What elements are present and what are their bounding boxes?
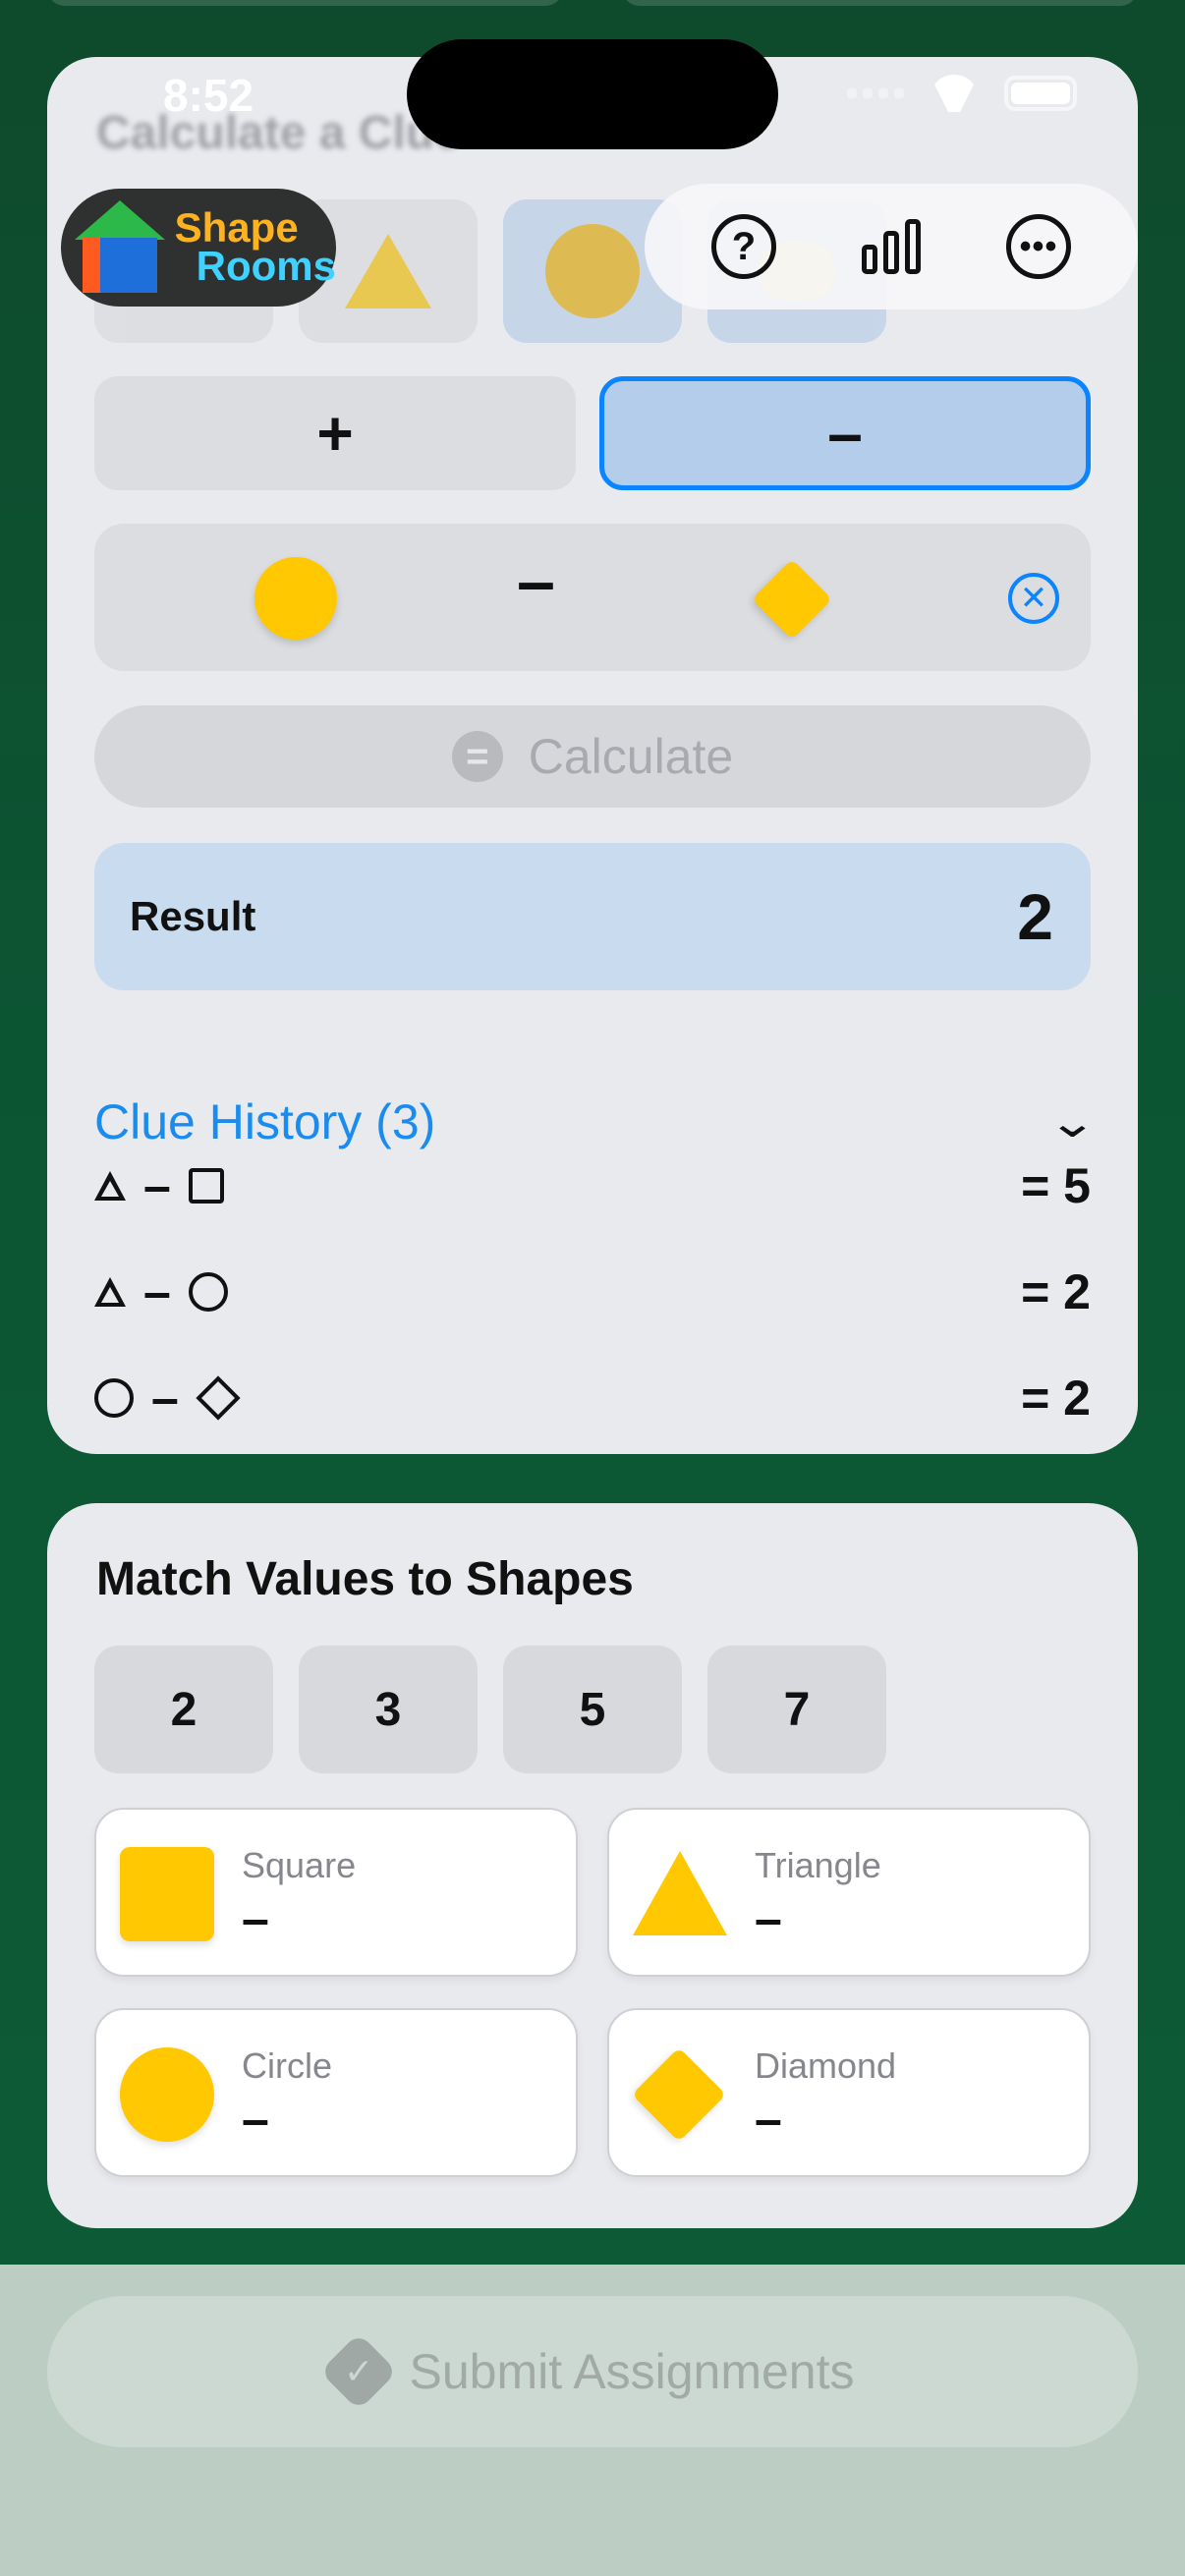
- circle-slot[interactable]: Circle –: [94, 2008, 578, 2177]
- submit-assignments-button[interactable]: ✓ Submit Assignments: [47, 2296, 1138, 2447]
- square-slot[interactable]: Square –: [94, 1808, 578, 1977]
- slot-value: –: [755, 1891, 782, 1946]
- checkmark-badge-icon: ✓: [318, 2332, 398, 2411]
- circle-outline-icon: [188, 1272, 228, 1312]
- value-chip[interactable]: 2: [94, 1646, 273, 1773]
- slot-name: Square: [242, 1845, 357, 1885]
- chevron-down-icon[interactable]: ⌄: [1047, 1097, 1099, 1148]
- clue-history-title[interactable]: Clue History (3): [94, 1093, 435, 1150]
- dynamic-island: [407, 39, 778, 149]
- diamond-slot[interactable]: Diamond –: [607, 2008, 1091, 2177]
- slot-value: –: [242, 1891, 269, 1946]
- stats-icon[interactable]: [859, 214, 924, 279]
- minus-operator-button[interactable]: –: [599, 376, 1091, 490]
- clue-history-item: – = 2: [94, 1370, 1091, 1427]
- equals-icon: =: [451, 731, 503, 782]
- square-outline-icon: [188, 1168, 224, 1204]
- clear-expression-icon[interactable]: ✕: [1008, 573, 1059, 624]
- triangle-slot[interactable]: Triangle –: [607, 1808, 1091, 1977]
- circle-outline-icon: [94, 1378, 134, 1418]
- clue-history-item: – = 5: [94, 1157, 1091, 1214]
- submit-label: Submit Assignments: [409, 2344, 855, 2399]
- result-panel: Result 2: [94, 843, 1091, 990]
- plus-operator-button[interactable]: +: [94, 376, 576, 490]
- app-logo: Shape Rooms: [61, 189, 336, 307]
- triangle-outline-icon: [94, 1171, 126, 1201]
- cellular-signal-icon: [847, 88, 904, 98]
- clue-history-item: – = 2: [94, 1263, 1091, 1320]
- triangle-icon: [345, 234, 431, 308]
- battery-icon: [1004, 76, 1077, 111]
- house-logo-icon: [75, 200, 165, 295]
- logo-text-line2: Rooms: [196, 243, 336, 289]
- match-values-title: Match Values to Shapes: [96, 1553, 634, 1605]
- clue-result: = 5: [1021, 1158, 1091, 1213]
- match-values-card: Match Values to Shapes 2 3 5 7 Square – …: [47, 1503, 1138, 2228]
- clue-result: = 2: [1021, 1371, 1091, 1426]
- value-chip[interactable]: 5: [503, 1646, 682, 1773]
- result-value: 2: [1017, 880, 1053, 953]
- slot-value: –: [242, 2092, 269, 2147]
- help-icon[interactable]: ?: [711, 214, 776, 279]
- triangle-outline-icon: [94, 1277, 126, 1307]
- top-toolbar: ? •••: [645, 184, 1138, 309]
- bottom-bar: ✓ Submit Assignments: [0, 2265, 1185, 2576]
- calculate-button[interactable]: = Calculate: [94, 705, 1091, 808]
- result-label: Result: [130, 893, 256, 939]
- background-tiles: [47, 0, 1138, 10]
- diamond-icon: [631, 2046, 727, 2143]
- clue-result: = 2: [1021, 1264, 1091, 1319]
- clue-history-header[interactable]: Clue History (3) ⌄: [94, 1093, 1098, 1150]
- slot-value: –: [755, 2092, 782, 2147]
- calculate-label: Calculate: [528, 729, 734, 784]
- clue-operator: –: [151, 1371, 179, 1426]
- slot-name: Diamond: [755, 2045, 897, 2086]
- operator-row: + –: [94, 376, 1091, 490]
- status-icons: [847, 75, 1077, 112]
- square-icon: [120, 1847, 214, 1941]
- more-options-icon[interactable]: •••: [1006, 214, 1071, 279]
- wifi-icon: [930, 75, 979, 112]
- status-time: 8:52: [163, 70, 254, 121]
- clue-operator: –: [143, 1158, 171, 1213]
- circle-icon: [120, 2047, 214, 2142]
- value-chip[interactable]: 7: [707, 1646, 886, 1773]
- clue-operator: –: [143, 1264, 171, 1319]
- expression-operator: –: [517, 542, 555, 619]
- value-chips: 2 3 5 7: [94, 1646, 886, 1773]
- slot-name: Triangle: [755, 1845, 881, 1885]
- triangle-icon: [633, 1851, 727, 1935]
- calculate-clue-title: Calculate a Clue: [96, 107, 461, 159]
- slot-name: Circle: [242, 2045, 333, 2086]
- expression-right-diamond-icon[interactable]: [751, 558, 833, 641]
- circle-icon: [545, 224, 640, 318]
- value-chip[interactable]: 3: [299, 1646, 478, 1773]
- expression-left-circle-icon[interactable]: [254, 557, 337, 640]
- diamond-outline-icon: [196, 1375, 241, 1421]
- expression-bar: – ✕: [94, 524, 1091, 671]
